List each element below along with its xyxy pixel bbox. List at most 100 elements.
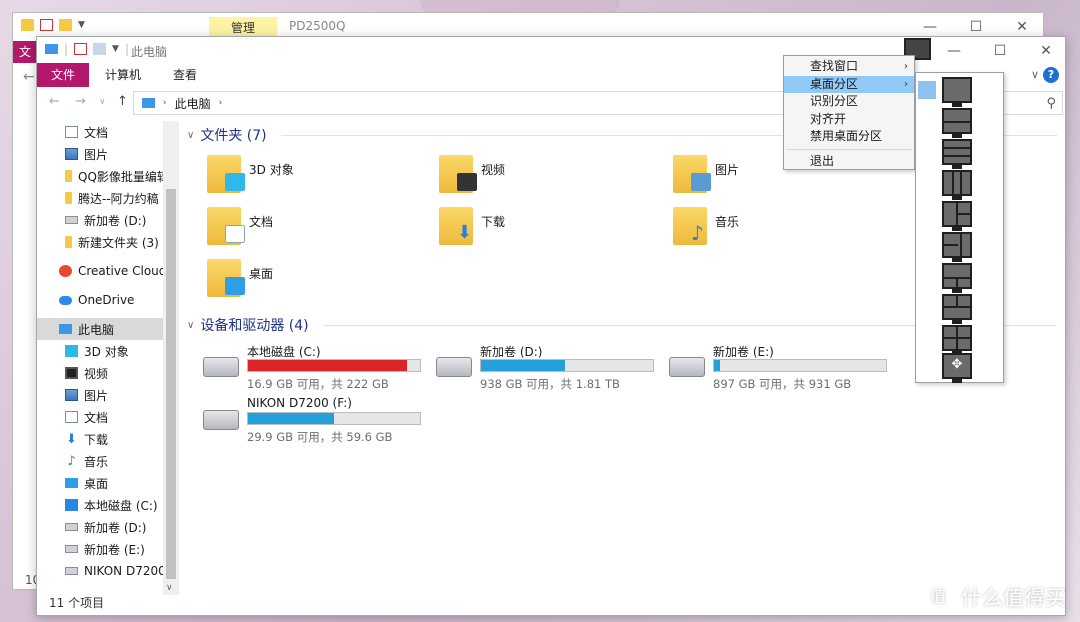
drive-d[interactable]: 新加卷 (D:) 938 GB 可用，共 1.81 TB (434, 343, 664, 395)
sidebar-item-music[interactable]: ♪ 音乐 (37, 450, 179, 472)
layout-full-icon[interactable] (942, 77, 972, 107)
folder-icon (673, 155, 711, 193)
folder-desktop[interactable]: 桌面 (207, 259, 427, 305)
sidebar-item-this-pc[interactable]: 此电脑 (37, 318, 179, 340)
chevron-right-icon[interactable]: › (219, 98, 223, 108)
sidebar-item-documents[interactable]: 文档 ✦ (37, 121, 179, 143)
sidebar-item-label: 音乐 (84, 454, 109, 469)
download-icon: ⬇ (457, 222, 473, 243)
folder-icon (207, 155, 245, 193)
sidebar-item-3d-objects[interactable]: 3D 对象 (37, 340, 179, 362)
video-icon (65, 367, 78, 379)
drive-c[interactable]: 本地磁盘 (C:) 16.9 GB 可用，共 222 GB (201, 343, 431, 395)
scrollbar-thumb[interactable] (166, 189, 176, 579)
new-folder-icon[interactable] (59, 19, 72, 31)
document-icon (225, 225, 245, 243)
desktop-icon (225, 277, 245, 295)
sidebar-item-downloads[interactable]: ⬇ 下载 (37, 428, 179, 450)
ribbon-expand-icon[interactable]: ∨ (1031, 68, 1039, 81)
sidebar-item-onedrive[interactable]: OneDrive (37, 289, 179, 311)
sidebar-item-videos[interactable]: 视频 (37, 362, 179, 384)
section-title: 文件夹 (7) (200, 128, 267, 144)
back-arrow-icon[interactable]: ← (49, 94, 60, 109)
back-arrow-icon[interactable]: ← (23, 69, 35, 85)
menu-item-identify-zones[interactable]: 识别分区 (784, 93, 914, 111)
folder-icon (65, 236, 72, 248)
folder-3d-objects[interactable]: 3D 对象 (207, 155, 427, 201)
layout-top-main-bottom-split-icon[interactable] (942, 263, 972, 293)
sidebar-item-label: 视频 (84, 366, 109, 381)
chevron-right-icon[interactable]: › (163, 98, 167, 108)
menu-item-find-window[interactable]: 查找窗口 › (784, 58, 914, 76)
help-button[interactable]: ? (1043, 67, 1059, 83)
sidebar-item-label: OneDrive (78, 293, 135, 307)
sidebar-item-drive-d[interactable]: 新加卷 (D:) (37, 209, 179, 231)
search-icon[interactable]: ⚲ (1046, 96, 1056, 111)
folder-music[interactable]: ♪ 音乐 (673, 207, 893, 253)
layout-left-main-right-split-icon[interactable] (942, 232, 972, 262)
layout-top-bottom-icon[interactable] (942, 108, 972, 138)
close-button[interactable]: ✕ (1023, 37, 1069, 65)
folder-icon[interactable] (21, 19, 34, 31)
maximize-button[interactable]: ☐ (977, 37, 1023, 65)
folder-downloads[interactable]: ⬇ 下载 (439, 207, 659, 253)
desktop-icon (65, 478, 78, 488)
sidebar-item-drive-f[interactable]: NIKON D7200 ( (37, 560, 179, 582)
folder-documents[interactable]: 文档 (207, 207, 427, 253)
menu-item-disable-zones[interactable]: 禁用桌面分区 (784, 128, 914, 146)
sidebar-item-new-folder[interactable]: 新建文件夹 (3) (37, 231, 179, 253)
properties-icon[interactable] (40, 19, 53, 31)
drive-e[interactable]: 新加卷 (E:) 897 GB 可用，共 931 GB (667, 343, 897, 395)
sidebar-item-drive-e[interactable]: 新加卷 (E:) (37, 538, 179, 560)
sidebar-item-tenda-folder[interactable]: 腾达--阿力约稿 (37, 187, 179, 209)
sidebar-scrollbar[interactable]: ∨ (163, 121, 179, 595)
sidebar-item-desktop[interactable]: 桌面 (37, 472, 179, 494)
folder-label: 文档 (249, 215, 274, 229)
menu-item-desktop-zones[interactable]: 桌面分区 › (784, 75, 914, 93)
layout-top-split-bottom-main-icon[interactable] (942, 294, 972, 324)
new-folder-icon[interactable] (93, 43, 107, 55)
scroll-down-icon[interactable]: ∨ (166, 583, 173, 593)
menu-item-label: 识别分区 (810, 94, 859, 108)
sidebar-item-creative-cloud[interactable]: Creative Cloud F (37, 260, 179, 282)
layout-move-icon[interactable]: ✥ (942, 353, 972, 383)
sidebar-item-pictures[interactable]: 图片 ✦ (37, 143, 179, 165)
drive-info: 29.9 GB 可用，共 59.6 GB (247, 430, 393, 444)
chevron-down-icon[interactable]: ▼ (78, 20, 85, 30)
tab-file[interactable]: 文件 (37, 63, 90, 87)
folder-icon (207, 259, 245, 297)
layout-three-rows-icon[interactable] (942, 139, 972, 169)
sidebar-item-pictures-pc[interactable]: 图片 (37, 384, 179, 406)
music-icon: ♪ (67, 453, 76, 469)
drive-f[interactable]: NIKON D7200 (F:) 29.9 GB 可用，共 59.6 GB (201, 396, 431, 448)
sidebar-item-label: 文档 (84, 410, 109, 425)
layout-left-right-split-icon[interactable] (942, 201, 972, 231)
minimize-button[interactable]: — (931, 37, 977, 65)
sidebar-item-documents-pc[interactable]: 文档 (37, 406, 179, 428)
address-path[interactable]: 此电脑 (175, 95, 211, 112)
chevron-down-icon[interactable]: ∨ (187, 320, 194, 331)
tab-computer[interactable]: 计算机 (89, 63, 157, 87)
drive-icon (65, 567, 78, 575)
sidebar-item-qq-folder[interactable]: QQ影像批量编辑 (37, 165, 179, 187)
properties-icon[interactable] (74, 43, 88, 55)
sidebar-item-label: 桌面 (84, 476, 109, 491)
sidebar-item-drive-d-pc[interactable]: 新加卷 (D:) (37, 516, 179, 538)
layout-two-columns-icon[interactable] (942, 170, 972, 200)
tab-view[interactable]: 查看 (157, 63, 213, 87)
menu-item-exit[interactable]: 退出 (784, 153, 914, 171)
folder-icon (65, 192, 72, 204)
chevron-down-icon[interactable]: ∨ (187, 130, 194, 141)
menu-item-snap-on[interactable]: 对齐开 (784, 111, 914, 129)
chevron-down-icon[interactable]: ▼ (112, 44, 119, 54)
menu-item-label: 对齐开 (810, 111, 847, 126)
layout-quad-icon[interactable] (942, 325, 972, 355)
sidebar-item-label: NIKON D7200 ( (84, 564, 175, 578)
sidebar-item-drive-c[interactable]: 本地磁盘 (C:) (37, 494, 179, 516)
drive-icon (65, 545, 78, 553)
up-arrow-icon[interactable]: ↑ (117, 94, 128, 109)
forward-arrow-icon[interactable]: → (75, 94, 86, 109)
sidebar-item-label: 新建文件夹 (3) (78, 235, 159, 250)
folder-videos[interactable]: 视频 (439, 155, 659, 201)
recent-chevron-icon[interactable]: ∨ (99, 97, 106, 107)
